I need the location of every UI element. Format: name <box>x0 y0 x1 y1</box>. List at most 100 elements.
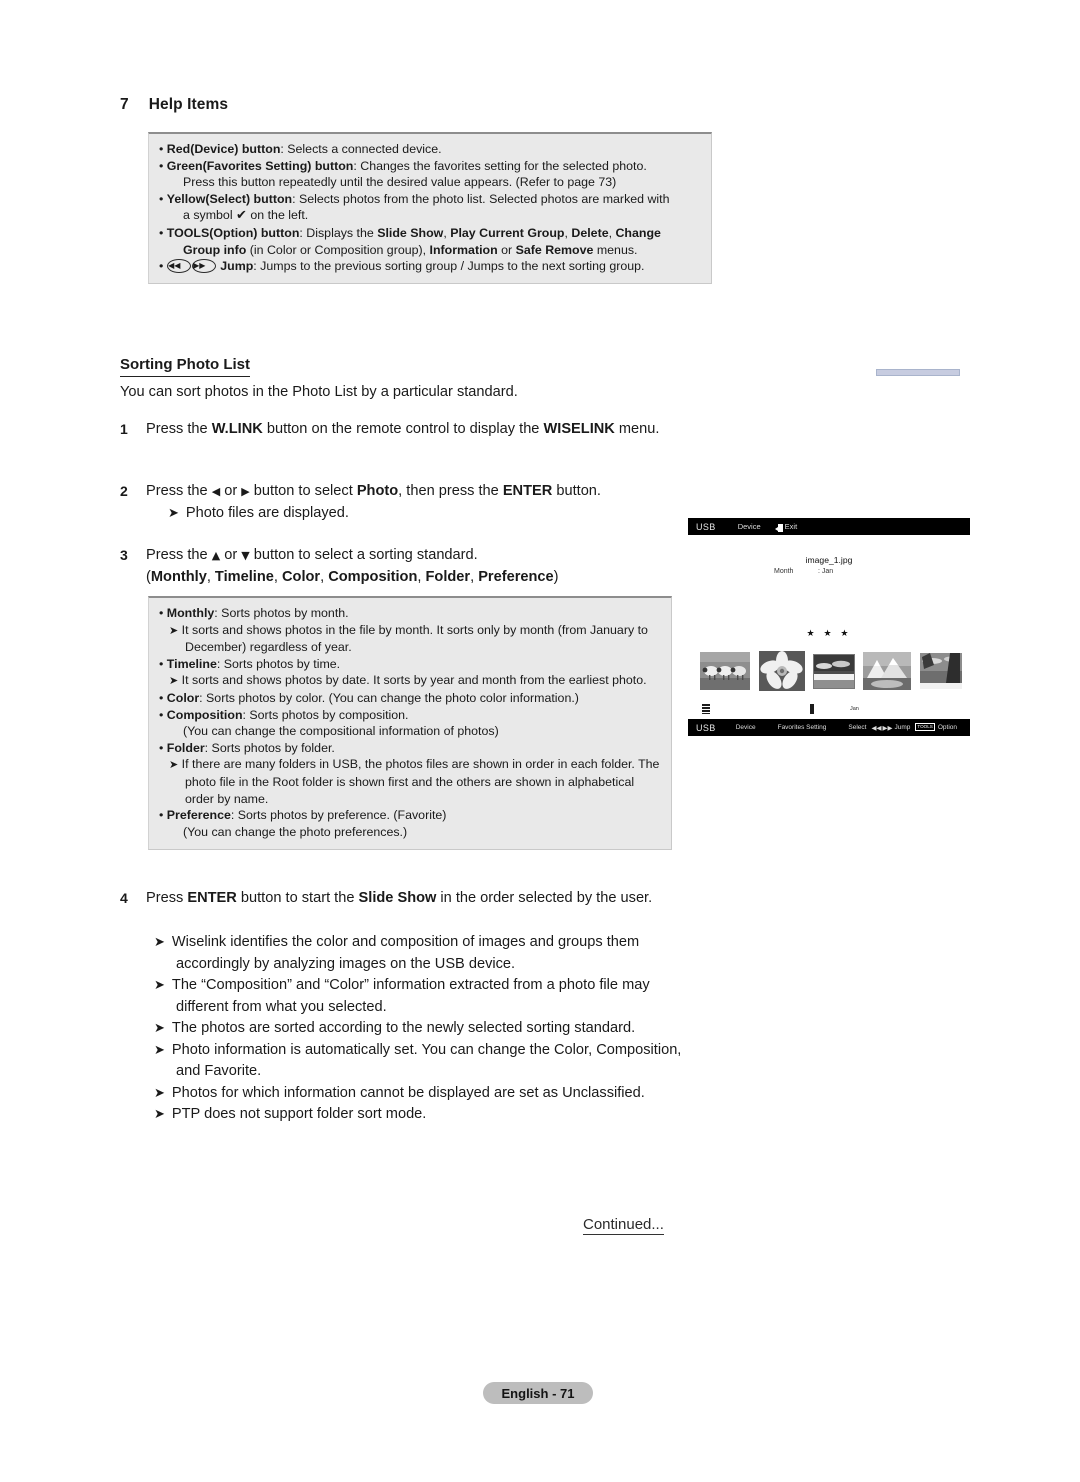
button-enter: ENTER <box>187 890 237 906</box>
continued-label: Continued... <box>583 1216 664 1235</box>
menu-safe-remove: Safe Remove <box>515 242 594 257</box>
fast-forward-icon: ▶▶ <box>191 258 216 273</box>
step-2-number: 2 <box>120 483 128 499</box>
step-2: 2 Press the ◀ or ▶ button to select Phot… <box>120 481 686 524</box>
help-item-yellow: • Yellow(Select) button: Selects photos … <box>159 191 670 206</box>
step-4-note-4: ➤ Photo information is automatically set.… <box>154 1041 682 1080</box>
sort-color: Color <box>281 568 321 585</box>
right-arrow-icon: ▶ <box>241 485 250 498</box>
menu-slide-show: Slide Show <box>377 225 444 240</box>
tv-top-exit-label: Exit <box>784 522 798 531</box>
note-arrow-icon: ➤ <box>169 758 179 772</box>
menu-play-current-group: Play Current Group <box>450 225 565 240</box>
rewind-icon: ◀◀ <box>871 724 882 732</box>
sort-option-composition-text: : Sorts photos by composition. <box>242 707 409 722</box>
sort-option-monthly: • Monthly: Sorts photos by month. <box>159 606 349 620</box>
tv-bottom-source-label: USB <box>696 722 716 733</box>
menu-photo: Photo <box>356 483 399 499</box>
sort-option-preference-plain: (You can change the photo preferences.) <box>183 824 408 839</box>
sort-option-color-text: : Sorts photos by color. (You can change… <box>199 690 579 705</box>
fast-forward-icon: ▶▶ <box>882 724 893 732</box>
left-arrow-icon: ◀ <box>211 485 221 498</box>
tv-bottom-select-label: Select <box>848 724 867 731</box>
document-page: 7 Help Items • Red(Device) button: Selec… <box>0 0 1080 1482</box>
help-item-tools: • TOOLS(Option) button: Displays the Sli… <box>159 225 661 240</box>
help-item-green-label: Green(Favorites Setting) button <box>166 158 354 173</box>
step-2-note: ➤ Photo files are displayed. <box>168 504 349 521</box>
note-arrow-icon: ➤ <box>168 505 179 521</box>
tv-top-device-label: Device <box>737 522 761 531</box>
check-icon: ✔ <box>236 208 247 224</box>
tv-bottom-bar: USB Device Favorites Setting Select ◀◀ ▶… <box>688 719 970 736</box>
menu-delete: Delete <box>571 225 609 240</box>
help-item-tools-cont: Group info (in Color or Composition grou… <box>183 242 638 257</box>
step-4: 4 Press ENTER button to start the Slide … <box>120 888 686 910</box>
button-enter: ENTER <box>502 483 553 499</box>
help-item-yellow-text: : Selects photos from the photo list. Se… <box>292 191 670 206</box>
step-1-number: 1 <box>120 421 128 437</box>
help-item-yellow-cont: a symbol ✔ on the left. <box>183 208 309 224</box>
sort-option-preference: • Preference: Sorts photos by preference… <box>159 808 447 823</box>
menu-wiselink: WISELINK <box>543 421 615 437</box>
tv-top-bar: USB Device Exit <box>688 518 970 535</box>
menu-change: Change <box>615 225 661 240</box>
rewind-icon: ◀◀ <box>166 258 191 273</box>
help-items-heading: 7 Help Items <box>120 96 228 114</box>
sort-option-monthly-text: : Sorts photos by month. <box>214 606 349 620</box>
sort-option-composition-label: Composition <box>166 707 243 722</box>
sort-option-timeline-label: Timeline <box>166 656 217 671</box>
up-arrow-icon: ▲ <box>211 549 221 562</box>
sort-timeline: Timeline <box>214 568 274 585</box>
sort-monthly: Monthly <box>150 568 207 585</box>
step-4-text: Press ENTER button to start the Slide Sh… <box>146 890 653 906</box>
sorting-lead-text: You can sort photos in the Photo List by… <box>120 384 518 400</box>
tv-filename: image_1.jpg <box>805 555 853 565</box>
tv-status-row: Jan <box>702 703 962 717</box>
sort-option-folder-note: ➤ If there are many folders in USB, the … <box>169 757 660 806</box>
tv-top-source-label: USB <box>696 521 716 532</box>
sort-composition: Composition <box>328 568 418 585</box>
group-label: Jan <box>850 706 859 712</box>
note-arrow-icon: ➤ <box>154 1085 165 1101</box>
thumbnail-strip[interactable] <box>700 645 962 697</box>
sort-option-folder-text: : Sorts photos by folder. <box>204 740 335 755</box>
note-arrow-icon: ➤ <box>154 978 165 993</box>
note-arrow-icon: ➤ <box>154 935 165 950</box>
menu-group-info: Group info <box>183 242 247 257</box>
button-wlink: W.LINK <box>211 421 263 437</box>
sort-preference: Preference <box>478 568 554 585</box>
step-2-text: Press the ◀ or ▶ button to select Photo,… <box>146 483 601 521</box>
step-4-note-2: ➤ The “Composition” and “Color” informati… <box>154 977 650 1015</box>
sorting-photo-list-title: Sorting Photo List <box>120 356 250 377</box>
thumbnail-flower-photo[interactable] <box>759 651 805 691</box>
sort-option-monthly-note: ➤ It sorts and shows photos in the file … <box>169 622 648 655</box>
thumbnail-tree-photo[interactable] <box>920 653 962 689</box>
sort-option-composition-plain: (You can change the compositional inform… <box>183 724 499 739</box>
sort-options-box: • Monthly: Sorts photos by month. ➤ It s… <box>148 596 672 851</box>
thumbnail-mountain-photo[interactable] <box>863 652 911 690</box>
scroll-position-icon <box>810 704 814 714</box>
thumbnail-sky-photo[interactable] <box>813 653 855 689</box>
step-1-text: Press the W.LINK button on the remote co… <box>146 421 660 437</box>
step-3-number: 3 <box>120 547 128 563</box>
step-1: 1 Press the W.LINK button on the remote … <box>120 419 686 441</box>
sort-option-timeline: • Timeline: Sorts photos by time. <box>159 656 341 671</box>
help-item-jump: • ◀◀ ▶▶ Jump: Jumps to the previous sorti… <box>159 258 645 274</box>
tools-chip: TOOLS <box>915 723 935 731</box>
sort-folder: Folder <box>425 568 471 585</box>
help-items-number: 7 <box>120 96 129 113</box>
tv-content-area: image_1.jpg Month: Jan ★ ★ ★ Jan <box>688 535 970 719</box>
step-4-note-6: ➤ PTP does not support folder sort mode. <box>154 1106 427 1122</box>
note-arrow-icon: ➤ <box>154 1042 165 1058</box>
tv-bottom-device-label: Device <box>735 724 756 731</box>
exit-icon <box>774 523 783 532</box>
sort-option-monthly-label: Monthly <box>166 606 215 620</box>
sort-option-preference-label: Preference <box>166 808 231 823</box>
sort-option-color-label: Color <box>166 690 200 705</box>
thumbnail-sheep-photo[interactable] <box>700 652 750 690</box>
help-item-jump-label: Jump <box>220 259 254 274</box>
help-item-yellow-label: Yellow(Select) button <box>166 191 293 206</box>
tv-screen-illustration: USB Device Exit image_1.jpg Month: Jan ★… <box>688 518 970 736</box>
help-item-tools-label: TOOLS(Option) button <box>166 225 300 240</box>
help-item-red-text: : Selects a connected device. <box>280 142 442 156</box>
